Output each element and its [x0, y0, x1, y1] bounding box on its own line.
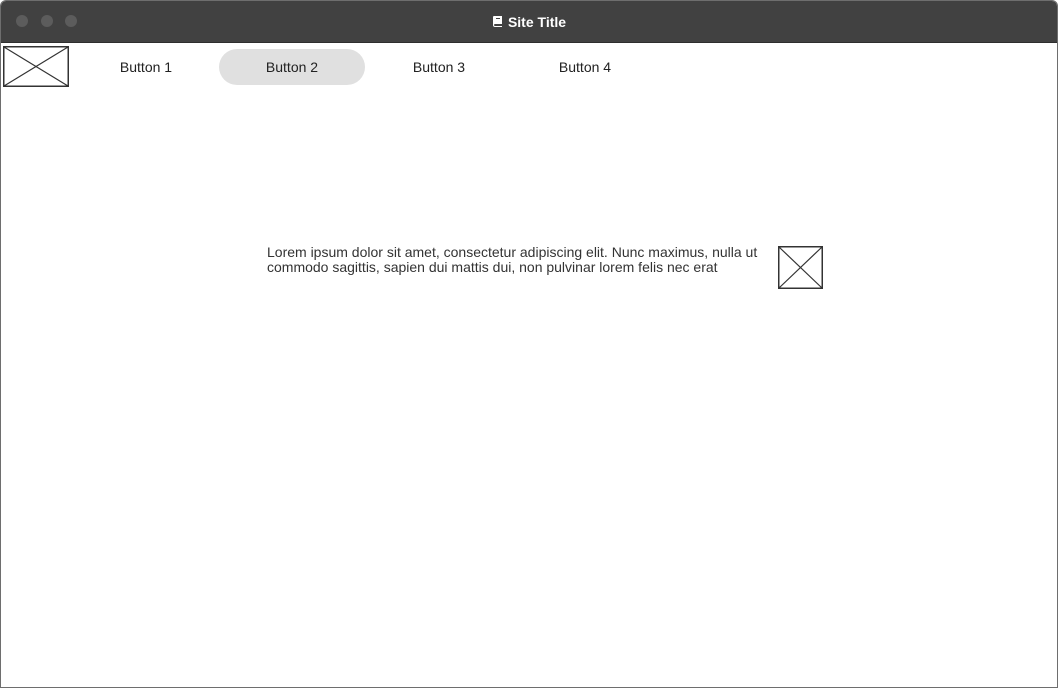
nav-button-3[interactable]: Button 3: [366, 49, 512, 85]
nav-button-2[interactable]: Button 2: [219, 49, 365, 85]
browser-window: Site Title Button 1 Button 2 Button 3 Bu…: [0, 0, 1058, 688]
nav-button-1-label: Button 1: [119, 59, 173, 75]
window-title: Site Title: [1, 1, 1057, 42]
nav-button-3-label: Button 3: [412, 59, 466, 75]
title-bar: Site Title: [1, 1, 1057, 43]
nav-button-2-label: Button 2: [265, 59, 319, 75]
nav-button-4-label: Button 4: [558, 59, 612, 75]
nav-button-1[interactable]: Button 1: [73, 49, 219, 85]
content-image-placeholder-icon: [778, 246, 823, 289]
book-icon: [492, 15, 502, 27]
content-paragraph: Lorem ipsum dolor sit amet, consectetur …: [267, 244, 758, 275]
nav-bar: Button 1 Button 2 Button 3 Button 4: [1, 43, 1057, 91]
nav-button-4[interactable]: Button 4: [512, 49, 658, 85]
logo-image-placeholder-icon[interactable]: [3, 46, 69, 87]
window-title-text: Site Title: [507, 13, 567, 30]
